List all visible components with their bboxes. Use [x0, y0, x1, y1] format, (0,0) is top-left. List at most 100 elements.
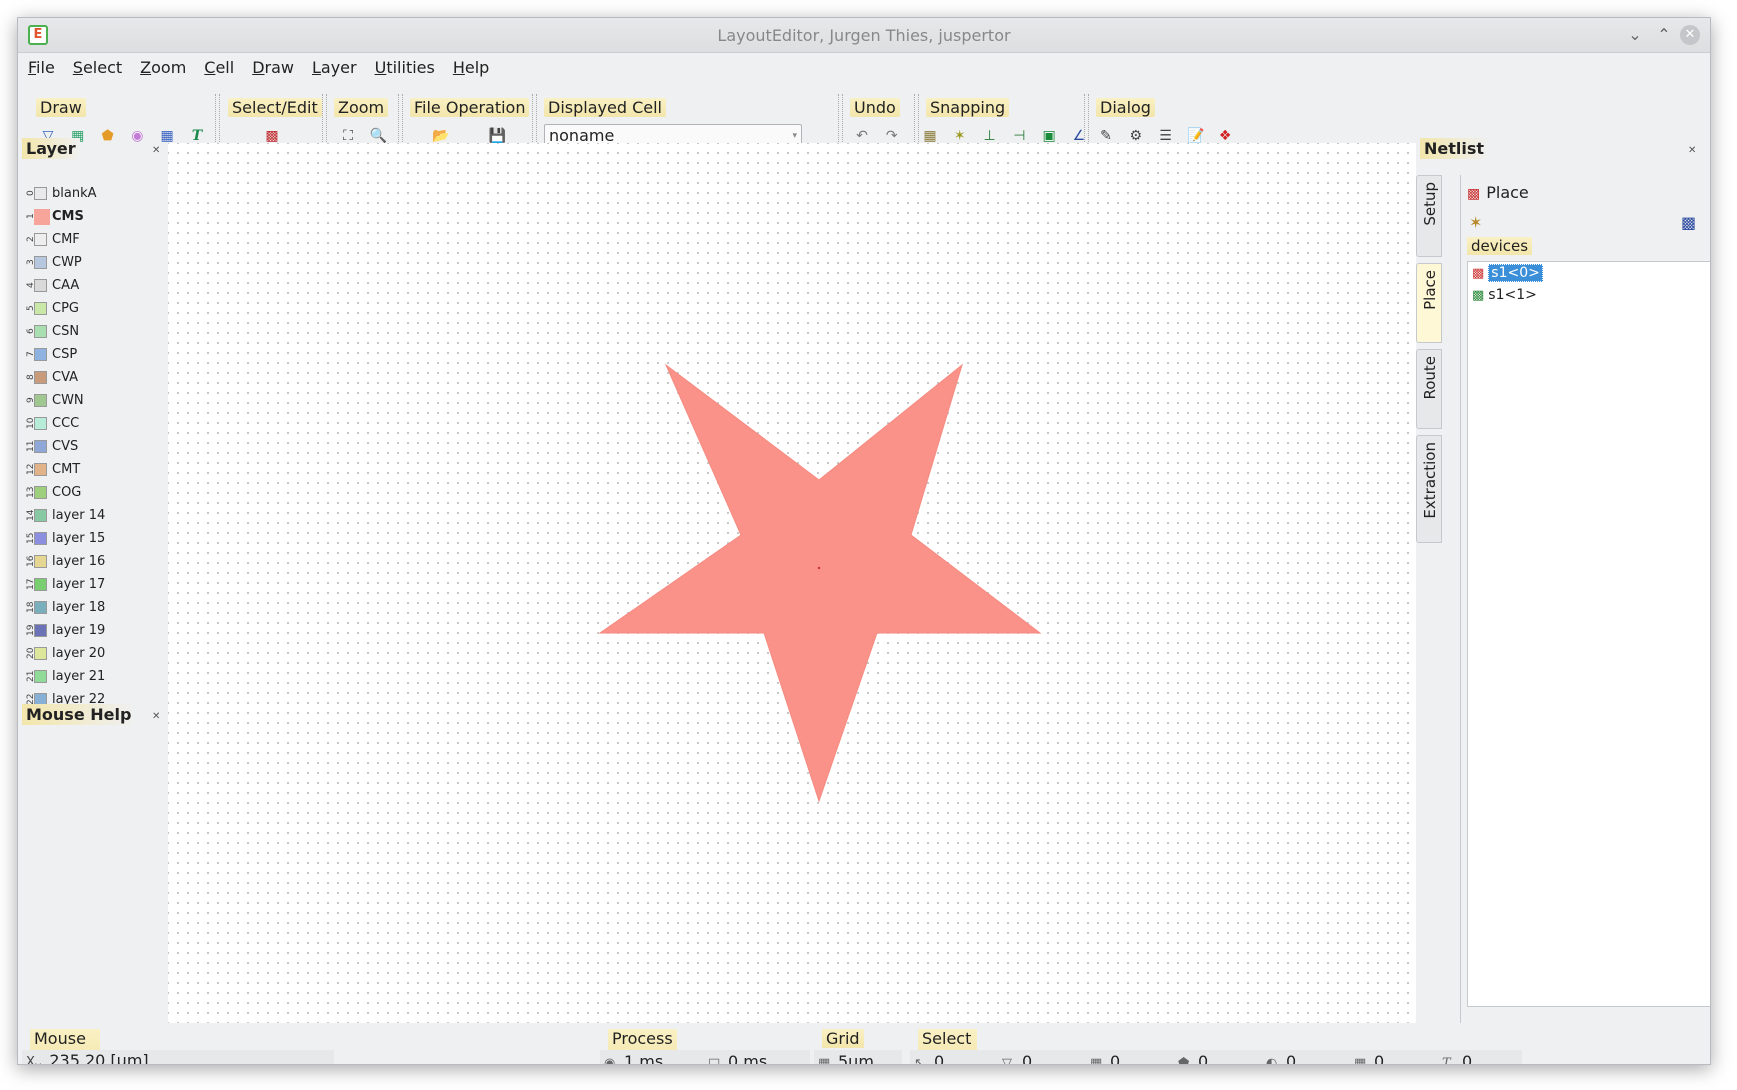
layer-swatch-icon[interactable]: [34, 532, 47, 545]
layer-swatch-icon[interactable]: [34, 417, 47, 430]
zoom-magnifier-icon[interactable]: 🔍: [370, 128, 387, 144]
layer-swatch-icon[interactable]: [34, 463, 47, 476]
mouse-position-value: 235,20 [µm]: [49, 1051, 149, 1065]
layer-swatch-icon[interactable]: [34, 348, 47, 361]
snap-middle-icon[interactable]: ⊣: [1011, 128, 1027, 144]
layer-row[interactable]: 1 CMS: [20, 205, 170, 228]
layer-number: 16: [26, 555, 36, 568]
schematic-icon[interactable]: ❖: [1217, 128, 1233, 144]
device-item[interactable]: ▩ s1<1>: [1468, 284, 1710, 306]
layer-swatch-icon[interactable]: [34, 209, 50, 225]
layer-swatch-icon[interactable]: [34, 440, 47, 453]
macro-dialog-icon[interactable]: ☰: [1158, 128, 1174, 144]
save-icon[interactable]: 💾: [489, 128, 506, 144]
layer-swatch-icon[interactable]: [34, 302, 47, 315]
path-icon[interactable]: ⬟: [100, 128, 116, 144]
menu-select[interactable]: Select: [63, 54, 130, 77]
layer-swatch-icon[interactable]: [34, 187, 47, 200]
layer-row[interactable]: 21 layer 21: [20, 665, 170, 688]
layer-swatch-icon[interactable]: [34, 486, 47, 499]
layer-dock-close-icon[interactable]: ✕: [152, 145, 160, 156]
layer-row[interactable]: 6 CSN: [20, 320, 170, 343]
layer-row[interactable]: 18 layer 18: [20, 596, 170, 619]
layer-swatch-icon[interactable]: [34, 325, 47, 338]
layer-row[interactable]: 15 layer 15: [20, 527, 170, 550]
layer-row[interactable]: 12 CMT: [20, 458, 170, 481]
property-dialog-icon[interactable]: ⚙: [1128, 128, 1144, 144]
layer-row[interactable]: 5 CPG: [20, 297, 170, 320]
layer-swatch-icon[interactable]: [34, 233, 47, 246]
menu-file[interactable]: File: [18, 54, 63, 77]
layer-row[interactable]: 20 layer 20: [20, 642, 170, 665]
layer-swatch-icon[interactable]: [34, 624, 47, 637]
circle-icon[interactable]: ◉: [129, 128, 145, 144]
menu-cell[interactable]: Cell: [194, 54, 242, 77]
title-bar[interactable]: E LayoutEditor, Jurgen Thies, juspertor …: [18, 18, 1710, 53]
layer-swatch-icon[interactable]: [34, 578, 47, 591]
snap-edge-icon[interactable]: ⊥: [982, 128, 998, 144]
cell-ref-icon[interactable]: ▦: [159, 128, 175, 144]
netlist-close-icon[interactable]: ✕: [1688, 145, 1696, 156]
layer-row[interactable]: 10 CCC: [20, 412, 170, 435]
layer-row[interactable]: 4 CAA: [20, 274, 170, 297]
layer-row[interactable]: 2 CMF: [20, 228, 170, 251]
snap-grid-icon[interactable]: ▦: [922, 128, 938, 144]
layer-number: 19: [26, 624, 36, 637]
text-icon[interactable]: T: [189, 128, 205, 144]
tab-extraction[interactable]: Extraction: [1416, 435, 1442, 543]
tab-place[interactable]: Place: [1416, 263, 1442, 343]
menu-utilities[interactable]: Utilities: [365, 54, 443, 77]
origin-marker: [817, 566, 821, 570]
menu-layer[interactable]: Layer: [302, 54, 365, 77]
zoom-fit-icon[interactable]: ⛶: [340, 128, 356, 144]
device-icon: ▩: [1472, 266, 1485, 281]
layer-swatch-icon[interactable]: [34, 670, 47, 683]
layer-row[interactable]: 17 layer 17: [20, 573, 170, 596]
layer-row[interactable]: 13 COG: [20, 481, 170, 504]
clock-icon: ◉: [604, 1056, 616, 1065]
snap-center-icon[interactable]: ▣: [1041, 128, 1057, 144]
layer-swatch-icon[interactable]: [34, 555, 47, 568]
mouse-help-close-icon[interactable]: ✕: [152, 711, 160, 722]
maximize-icon[interactable]: ⌃: [1654, 25, 1674, 45]
tab-route[interactable]: Route: [1416, 349, 1442, 429]
redo-icon[interactable]: ↷: [884, 128, 900, 144]
open-file-icon[interactable]: 📂: [432, 128, 449, 144]
layer-row[interactable]: 3 CWP: [20, 251, 170, 274]
layer-swatch-icon[interactable]: [34, 601, 47, 614]
device-item[interactable]: ▩ s1<0>: [1468, 262, 1710, 284]
layer-dialog-icon[interactable]: ✎: [1098, 128, 1114, 144]
place-options-icon[interactable]: ▩: [1681, 213, 1696, 232]
layer-swatch-icon[interactable]: [34, 394, 47, 407]
text-editor-icon[interactable]: 📝: [1187, 128, 1204, 144]
select-icon[interactable]: ▩: [264, 128, 280, 144]
layer-swatch-icon[interactable]: [34, 256, 47, 269]
snap-point-icon[interactable]: ✶: [952, 128, 968, 144]
close-icon[interactable]: ✕: [1680, 25, 1700, 45]
tab-setup[interactable]: Setup: [1416, 175, 1442, 257]
layer-name: layer 18: [52, 600, 106, 615]
layer-row[interactable]: 8 CVA: [20, 366, 170, 389]
drawing-canvas[interactable]: [168, 143, 1416, 1023]
tab-place-label: Place: [1421, 270, 1439, 310]
layer-number: 3: [26, 259, 36, 266]
menu-help[interactable]: Help: [443, 54, 497, 77]
star-shape[interactable]: [598, 363, 1042, 803]
select-edit-group-title: Select/Edit: [228, 98, 322, 117]
layer-swatch-icon[interactable]: [34, 371, 47, 384]
layer-row[interactable]: 19 layer 19: [20, 619, 170, 642]
layer-row[interactable]: 0 blankA: [20, 182, 170, 205]
undo-icon[interactable]: ↶: [854, 128, 870, 144]
layer-row[interactable]: 14 layer 14: [20, 504, 170, 527]
layer-row[interactable]: 16 layer 16: [20, 550, 170, 573]
layer-swatch-icon[interactable]: [34, 509, 47, 522]
layer-row[interactable]: 11 CVS: [20, 435, 170, 458]
layer-swatch-icon[interactable]: [34, 647, 47, 660]
layer-swatch-icon[interactable]: [34, 279, 47, 292]
menu-draw[interactable]: Draw: [242, 54, 302, 77]
layer-row[interactable]: 9 CWN: [20, 389, 170, 412]
menu-zoom[interactable]: Zoom: [130, 54, 194, 77]
autoplace-icon[interactable]: ✶: [1469, 213, 1482, 232]
layer-row[interactable]: 7 CSP: [20, 343, 170, 366]
minimize-icon[interactable]: ⌄: [1625, 25, 1645, 45]
